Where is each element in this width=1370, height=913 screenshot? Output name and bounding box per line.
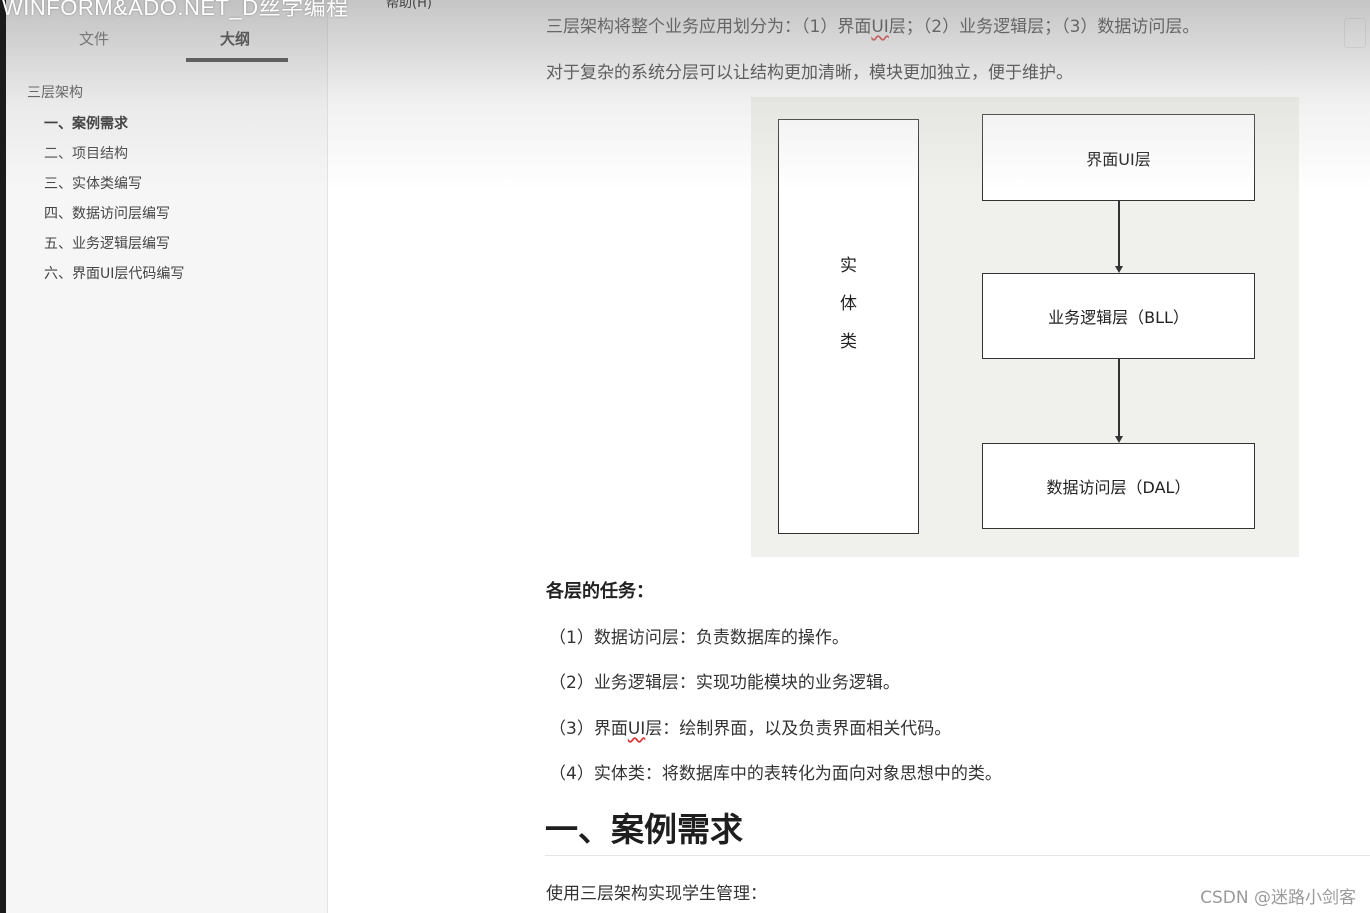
outline-item-dal[interactable]: 四、数据访问层编写 <box>44 203 170 223</box>
arrow-down-icon <box>1115 201 1122 273</box>
sidebar: 文件 大纲 三层架构 一、案例需求 二、项目结构 三、实体类编写 四、数据访问层… <box>6 0 328 913</box>
active-tab-indicator <box>186 58 288 62</box>
sidebar-tabs: 文件 大纲 <box>6 28 328 64</box>
spellcheck-word: UI <box>627 719 646 739</box>
entity-char: 类 <box>840 331 857 352</box>
tab-outline[interactable]: 大纲 <box>220 28 250 49</box>
window-edge <box>0 0 6 913</box>
section-heading: 一、案例需求 <box>545 810 743 849</box>
tasks-heading: 各层的任务： <box>546 581 654 602</box>
tab-file[interactable]: 文件 <box>79 28 109 49</box>
bll-layer-box: 业务逻辑层（BLL） <box>982 273 1255 359</box>
heading-divider <box>545 855 1370 856</box>
document-area: 三层架构将整个业务应用划分为：（1）界面UI层；（2）业务逻辑层；（3）数据访问… <box>329 0 1370 913</box>
outline-item-bll[interactable]: 五、业务逻辑层编写 <box>44 233 170 253</box>
outline-item-root[interactable]: 三层架构 <box>27 82 83 102</box>
ui-layer-box: 界面UI层 <box>982 114 1255 201</box>
task-item: （3）界面UI层：绘制界面，以及负责界面相关代码。 <box>549 719 952 739</box>
watermark: CSDN @迷路小剑客 <box>1200 888 1356 908</box>
intro-paragraph-1: 三层架构将整个业务应用划分为：（1）界面UI层；（2）业务逻辑层；（3）数据访问… <box>546 17 1200 37</box>
entity-char: 实 <box>840 255 857 276</box>
section-paragraph: 使用三层架构实现学生管理： <box>546 884 767 904</box>
task-item: （4）实体类：将数据库中的表转化为面向对象思想中的类。 <box>549 764 1002 784</box>
entity-class-box: 实 体 类 <box>778 119 919 534</box>
outline-item-entity-class[interactable]: 三、实体类编写 <box>44 173 142 193</box>
intro-paragraph-2: 对于复杂的系统分层可以让结构更加清晰，模块更加独立，便于维护。 <box>546 63 1073 83</box>
outline-item-ui-layer[interactable]: 六、界面UI层代码编写 <box>44 263 184 283</box>
menu-help[interactable]: 帮助(H) <box>386 0 432 11</box>
arrow-down-icon <box>1115 359 1122 443</box>
spellcheck-word: UI <box>871 17 889 37</box>
outline-item-case-requirements[interactable]: 一、案例需求 <box>44 113 128 133</box>
scrollbar[interactable] <box>1344 18 1366 48</box>
entity-char: 体 <box>840 293 857 314</box>
task-item: （2）业务逻辑层：实现功能模块的业务逻辑。 <box>549 673 900 693</box>
outline-item-project-structure[interactable]: 二、项目结构 <box>44 143 128 163</box>
window-title: WINFORM&ADO.NET_D丝学编程 <box>2 0 349 20</box>
task-item: （1）数据访问层：负责数据库的操作。 <box>549 628 849 648</box>
dal-layer-box: 数据访问层（DAL） <box>982 443 1255 529</box>
